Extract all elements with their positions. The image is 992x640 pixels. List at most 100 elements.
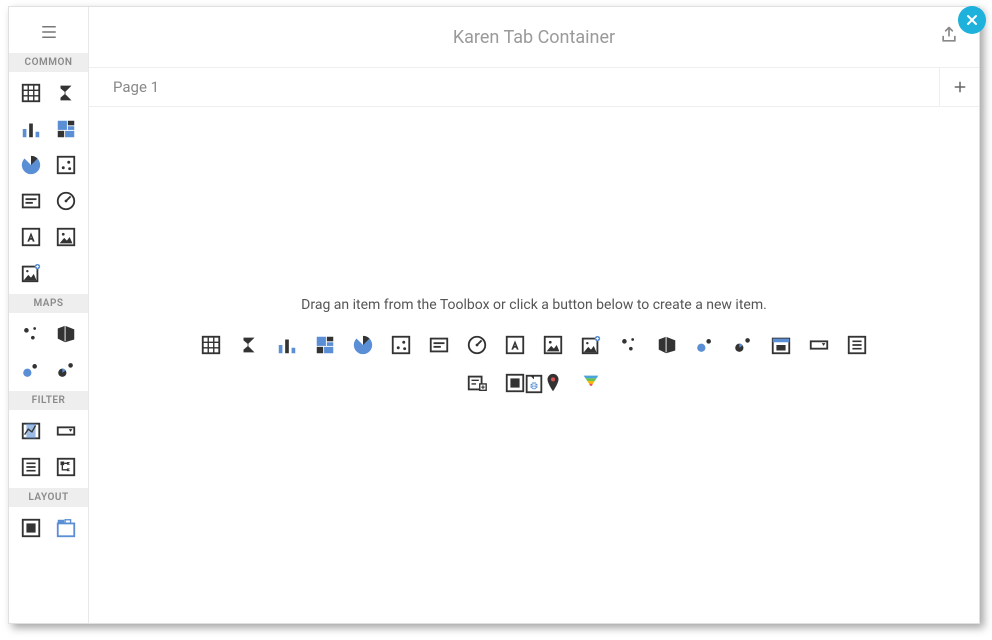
range-filter-icon <box>20 420 42 442</box>
tool-tree-view[interactable] <box>53 454 79 480</box>
tool-gauge[interactable] <box>53 188 79 214</box>
canvas-tool-pivot[interactable] <box>237 333 261 357</box>
date-filter-icon <box>770 334 792 356</box>
sigma-icon <box>55 82 77 104</box>
canvas-hint: Drag an item from the Toolbox or click a… <box>89 297 979 313</box>
category-layout: LAYOUT <box>9 488 88 507</box>
tree-view-icon <box>55 456 77 478</box>
canvas-tool-geo-point[interactable] <box>617 333 641 357</box>
toolbox-sidebar: COMMON MAPS FILTER <box>9 7 89 623</box>
bar-chart-icon <box>276 334 298 356</box>
tab-bar: Page 1 <box>89 67 979 107</box>
tool-image[interactable] <box>53 224 79 250</box>
tool-pivot[interactable] <box>53 80 79 106</box>
canvas-tool-treemap[interactable] <box>313 333 337 357</box>
canvas-tool-chart[interactable] <box>275 333 299 357</box>
canvas-tool-choropleth[interactable] <box>655 333 679 357</box>
canvas-tool-pie-map[interactable] <box>731 333 755 357</box>
card-icon <box>20 190 42 212</box>
canvas-tool-card[interactable] <box>427 333 451 357</box>
tool-geo-point[interactable] <box>18 321 44 347</box>
grid-icon <box>200 334 222 356</box>
bar-chart-icon <box>20 118 42 140</box>
text-icon <box>20 226 42 248</box>
text-icon <box>504 334 526 356</box>
canvas-tool-bound-image[interactable] <box>579 333 603 357</box>
tool-range-filter[interactable] <box>18 418 44 444</box>
canvas-tool-date-filter[interactable] <box>769 333 793 357</box>
bound-image-icon <box>580 334 602 356</box>
choropleth-icon <box>656 334 678 356</box>
header: Karen Tab Container <box>89 7 979 67</box>
window-shell: COMMON MAPS FILTER <box>8 6 980 624</box>
list-box-icon <box>846 334 868 356</box>
add-tab-button[interactable] <box>939 68 979 106</box>
tool-card[interactable] <box>18 188 44 214</box>
canvas-tool-scatter[interactable] <box>389 333 413 357</box>
tool-list-box[interactable] <box>18 454 44 480</box>
combo-box-icon <box>55 420 77 442</box>
bound-image-icon <box>20 262 42 284</box>
image-icon <box>55 226 77 248</box>
canvas-tool-pie[interactable] <box>351 333 375 357</box>
category-common: COMMON <box>9 53 88 72</box>
card-icon <box>428 334 450 356</box>
pie-map-icon <box>732 334 754 356</box>
tool-tab-container[interactable] <box>53 515 79 541</box>
canvas-tool-text[interactable] <box>503 333 527 357</box>
canvas-tool-web-page[interactable] <box>521 371 547 397</box>
canvas-tool-image[interactable] <box>541 333 565 357</box>
menu-icon <box>38 23 60 41</box>
group-icon <box>20 517 42 539</box>
canvas-tool-grid[interactable] <box>199 333 223 357</box>
combo-box-icon <box>808 334 830 356</box>
tool-choropleth[interactable] <box>53 321 79 347</box>
canvas-tool-gauge[interactable] <box>465 333 489 357</box>
design-canvas: Drag an item from the Toolbox or click a… <box>89 107 979 623</box>
canvas-tool-list-box[interactable] <box>845 333 869 357</box>
tool-pie-map[interactable] <box>53 357 79 383</box>
sigma-icon <box>238 334 260 356</box>
main-panel: Karen Tab Container Page 1 Drag an item … <box>89 7 979 623</box>
tool-grid[interactable] <box>18 80 44 106</box>
category-filter: FILTER <box>9 391 88 410</box>
bubble-map-icon <box>694 334 716 356</box>
tool-treemap[interactable] <box>53 116 79 142</box>
canvas-tool-row-2 <box>89 371 979 397</box>
image-icon <box>542 334 564 356</box>
page-title: Karen Tab Container <box>453 27 615 48</box>
treemap-icon <box>314 334 336 356</box>
canvas-tool-bubble-map[interactable] <box>693 333 717 357</box>
tool-text[interactable] <box>18 224 44 250</box>
close-icon <box>964 12 980 28</box>
geo-point-icon <box>20 323 42 345</box>
gauge-icon <box>466 334 488 356</box>
geo-point-icon <box>618 334 640 356</box>
menu-toggle[interactable] <box>9 7 88 53</box>
tool-bound-image[interactable] <box>18 260 44 286</box>
scatter-icon <box>55 154 77 176</box>
tab-page-1[interactable]: Page 1 <box>109 68 163 106</box>
pie-map-icon <box>55 359 77 381</box>
gauge-icon <box>55 190 77 212</box>
close-button[interactable] <box>958 6 986 34</box>
web-page-icon <box>523 373 545 395</box>
pie-icon <box>20 154 42 176</box>
tool-group[interactable] <box>18 515 44 541</box>
bubble-map-icon <box>20 359 42 381</box>
list-box-icon <box>20 456 42 478</box>
tool-combo-box[interactable] <box>53 418 79 444</box>
category-maps: MAPS <box>9 294 88 313</box>
tab-container-icon <box>55 517 77 539</box>
plus-icon <box>951 78 969 96</box>
export-button[interactable] <box>939 25 959 49</box>
tool-chart[interactable] <box>18 116 44 142</box>
tool-pie[interactable] <box>18 152 44 178</box>
canvas-tool-combo-box[interactable] <box>807 333 831 357</box>
tool-bubble-map[interactable] <box>18 357 44 383</box>
treemap-icon <box>55 118 77 140</box>
tool-scatter[interactable] <box>53 152 79 178</box>
export-icon <box>939 25 959 45</box>
grid-icon <box>20 82 42 104</box>
scatter-icon <box>390 334 412 356</box>
